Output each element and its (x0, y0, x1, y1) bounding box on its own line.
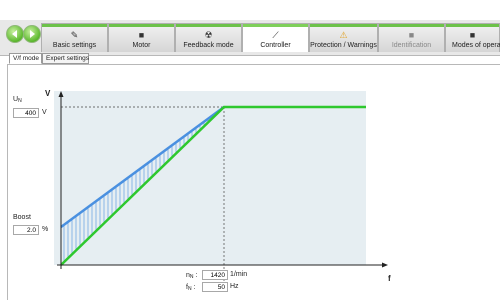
tab-basic-settings[interactable]: ✎ Basic settings (41, 23, 108, 52)
arrow-left-icon (12, 30, 17, 38)
tab-identification[interactable]: ■ Identification (378, 23, 445, 52)
fn-unit: Hz (230, 283, 239, 290)
un-input[interactable] (13, 108, 39, 118)
boost-unit: % (42, 226, 49, 233)
motor-icon: ■ (138, 30, 145, 40)
y-axis-label: V (45, 89, 51, 98)
vf-characteristic-panel: V f UN V Boost % nN : 1/min fN : Hz (7, 64, 500, 300)
subtab-vf-mode[interactable]: V/f mode (9, 53, 42, 64)
un-label: UN (13, 96, 22, 104)
nn-input[interactable] (202, 270, 228, 280)
identification-icon: ■ (408, 30, 415, 40)
nn-label: nN : (186, 272, 198, 280)
un-unit: V (42, 109, 47, 116)
navigation-buttons (6, 25, 42, 43)
boost-label: Boost (13, 214, 31, 221)
x-axis-arrow-icon (382, 262, 388, 268)
modes-icon: ■ (469, 30, 476, 40)
subtab-expert-settings[interactable]: Expert settings (42, 53, 89, 64)
tab-feedback-mode[interactable]: ☢ Feedback mode (175, 23, 242, 52)
vf-characteristic-chart (54, 91, 388, 287)
arrow-right-icon (30, 30, 35, 38)
tab-protection-warnings[interactable]: ⚠ Protection / Warnings (309, 23, 378, 52)
pencil-icon: ✎ (70, 30, 79, 40)
feedback-icon: ☢ (204, 30, 213, 40)
tab-modes-of-operation[interactable]: ■ Modes of operat (445, 23, 500, 52)
boost-input[interactable] (13, 225, 39, 235)
back-button[interactable] (6, 25, 24, 43)
forward-button[interactable] (23, 25, 41, 43)
tab-motor[interactable]: ■ Motor (108, 23, 175, 52)
fn-label: fN : (186, 284, 196, 292)
nn-unit: 1/min (230, 271, 248, 278)
warning-icon: ⚠ (339, 30, 348, 40)
fn-input[interactable] (202, 282, 228, 292)
x-axis-label: f (388, 274, 391, 283)
controller-icon: ⟋ (272, 30, 279, 40)
tab-controller[interactable]: ⟋ Controller (242, 23, 309, 52)
